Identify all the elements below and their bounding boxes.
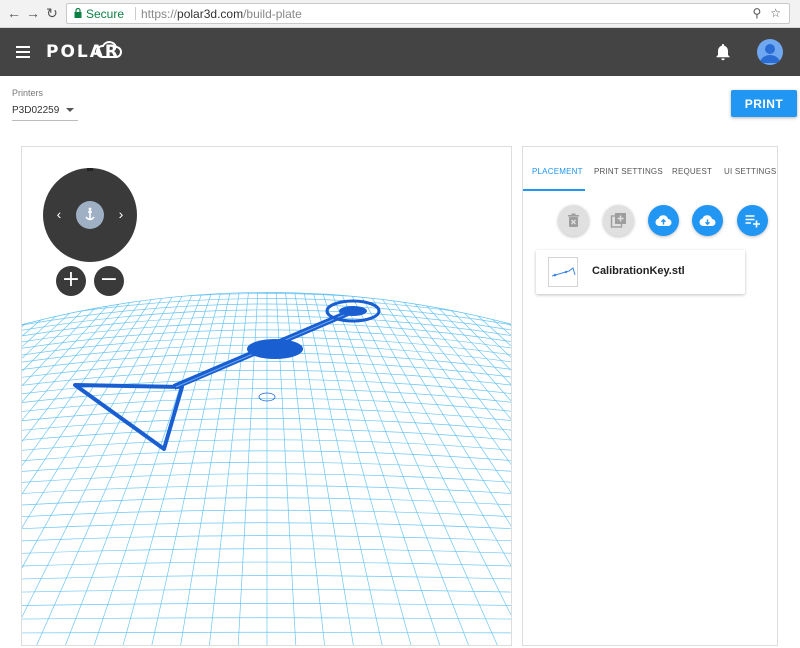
- user-avatar[interactable]: [757, 39, 783, 65]
- camera-dial[interactable]: ‹ ›: [43, 168, 137, 262]
- grid-line: [334, 278, 498, 645]
- url-path: /build-plate: [243, 7, 302, 21]
- cloud-logo-icon: [96, 41, 122, 58]
- print-button[interactable]: PRINT: [731, 90, 797, 117]
- bookmark-star-icon[interactable]: ☆: [770, 6, 781, 20]
- build-plate-viewport[interactable]: ‹ › + −: [21, 146, 512, 646]
- secure-label: Secure: [86, 7, 125, 21]
- add-to-queue-button[interactable]: [737, 205, 768, 236]
- url-text[interactable]: https://polar3d.com/build-plate: [141, 7, 302, 21]
- forward-arrow-icon[interactable]: →: [25, 5, 41, 21]
- zoom-in-button[interactable]: +: [56, 266, 86, 296]
- back-arrow-icon[interactable]: ←: [6, 5, 22, 21]
- tab-print-settings[interactable]: PRINT SETTINGS: [594, 167, 663, 176]
- menu-icon[interactable]: [16, 46, 30, 58]
- url-host: polar3d.com: [177, 7, 244, 21]
- camera-center-button[interactable]: [76, 201, 104, 229]
- zoom-out-button[interactable]: −: [94, 266, 124, 296]
- grid-line: [22, 278, 30, 284]
- grid-line: [22, 278, 64, 311]
- side-panel: PLACEMENT PRINT SETTINGS REQUEST UI SETT…: [522, 146, 778, 646]
- model-thumbnail-icon: [551, 267, 576, 277]
- url-separator: [135, 7, 136, 20]
- tab-ui-settings[interactable]: UI SETTINGS: [724, 167, 776, 176]
- anchor-icon: [85, 207, 95, 221]
- lock-icon: [74, 8, 82, 18]
- printer-select-value: P3D02259: [12, 105, 60, 116]
- browser-toolbar: ← → ↻ Secure https://polar3d.com/build-p…: [0, 0, 800, 28]
- duplicate-icon: [610, 213, 626, 228]
- panel-tabs: PLACEMENT PRINT SETTINGS REQUEST UI SETT…: [523, 147, 777, 193]
- rotate-left-icon[interactable]: ‹: [53, 206, 65, 222]
- upload-button[interactable]: [648, 205, 679, 236]
- file-card[interactable]: CalibrationKey.stl: [536, 250, 745, 294]
- model-triangle: [73, 383, 184, 451]
- dropdown-arrow-icon: [66, 108, 74, 112]
- model-end-ring-center: [339, 306, 367, 316]
- address-bar[interactable]: Secure https://polar3d.com/build-plate ⚲…: [66, 3, 790, 24]
- url-scheme: https://: [141, 7, 178, 21]
- printers-label: Printers: [12, 88, 44, 98]
- file-name: CalibrationKey.stl: [592, 265, 685, 277]
- zoom-icon[interactable]: ⚲: [752, 6, 761, 20]
- playlist-add-icon: [745, 215, 760, 228]
- printer-select[interactable]: P3D02259: [12, 104, 78, 121]
- user-avatar-icon: [760, 44, 780, 63]
- app-header: POLAR: [0, 28, 800, 76]
- dial-notch: [87, 168, 93, 171]
- grid-line: [36, 278, 200, 645]
- duplicate-button[interactable]: [603, 205, 634, 236]
- tab-request[interactable]: REQUEST: [672, 167, 712, 176]
- grid-line: [22, 278, 55, 303]
- reload-icon[interactable]: ↻: [44, 5, 60, 21]
- rotate-right-icon[interactable]: ›: [115, 206, 127, 222]
- tab-placement[interactable]: PLACEMENT: [532, 167, 583, 176]
- active-tab-indicator: [523, 189, 585, 191]
- grid-line: [470, 278, 511, 310]
- file-thumbnail: [548, 257, 578, 287]
- cloud-upload-icon: [655, 215, 672, 226]
- delete-button[interactable]: [558, 205, 589, 236]
- grid-line: [504, 278, 511, 284]
- model-center-disc: [247, 339, 303, 359]
- cloud-download-icon: [699, 215, 716, 226]
- download-button[interactable]: [692, 205, 723, 236]
- delete-icon: [568, 213, 579, 227]
- notification-bell-icon[interactable]: [715, 43, 731, 61]
- grid-line: [479, 278, 511, 303]
